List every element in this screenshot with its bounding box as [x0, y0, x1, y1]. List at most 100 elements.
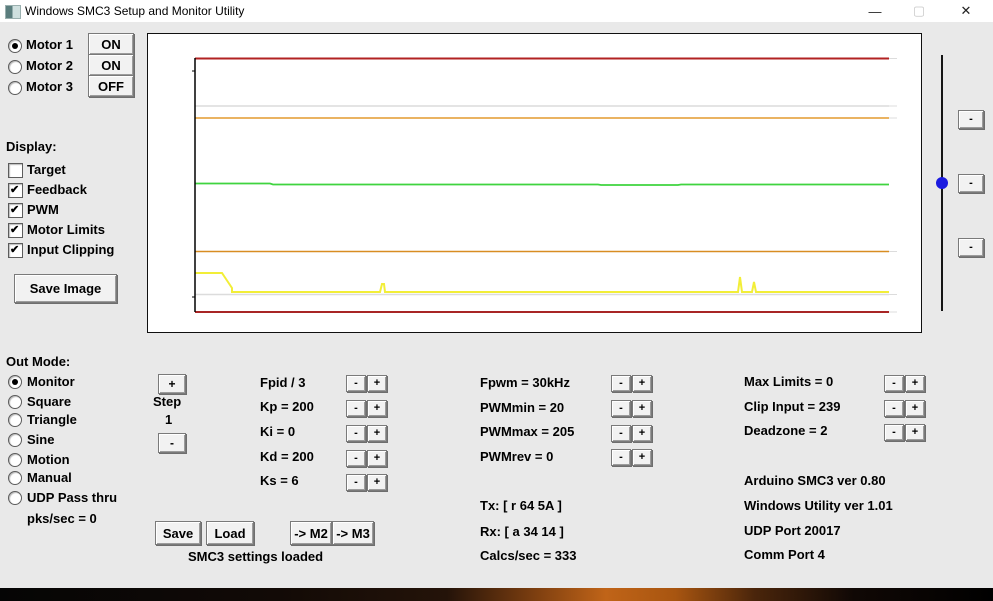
label-triangle: Triangle	[27, 412, 77, 427]
motor-2-power-button[interactable]: ON	[88, 54, 134, 76]
max-limits-minus-button[interactable]: -	[884, 375, 904, 392]
save-button[interactable]: Save	[155, 521, 201, 545]
label-pwm: PWM	[27, 202, 59, 217]
checkbox-target[interactable]	[8, 163, 23, 178]
step-label: Step	[153, 394, 182, 409]
scope-svg	[192, 57, 897, 313]
ks-value: Ks = 6	[260, 473, 299, 488]
fpid-minus-button[interactable]: -	[346, 375, 366, 392]
fpwm-plus-button[interactable]: +	[632, 375, 652, 392]
kp-minus-button[interactable]: -	[346, 400, 366, 417]
step-minus-button[interactable]: -	[158, 433, 186, 453]
scale-upper-minus-button[interactable]: -	[958, 110, 984, 129]
fpid-plus-button[interactable]: +	[367, 375, 387, 392]
fpwm-value: Fpwm = 30kHz	[480, 375, 570, 390]
pwmmin-minus-button[interactable]: -	[611, 400, 631, 417]
deadzone-minus-button[interactable]: -	[884, 424, 904, 441]
pwmmax-plus-button[interactable]: +	[632, 425, 652, 442]
radio-triangle[interactable]	[8, 413, 22, 427]
feedback-trace	[195, 182, 889, 186]
udp-port-text: UDP Port 20017	[744, 523, 841, 538]
scale-slider-thumb[interactable]	[936, 177, 948, 189]
desktop-edge	[0, 588, 993, 601]
label-feedback: Feedback	[27, 182, 87, 197]
ks-minus-button[interactable]: -	[346, 474, 366, 491]
pwmrev-minus-button[interactable]: -	[611, 449, 631, 466]
pwm-trace	[195, 272, 889, 293]
radio-manual[interactable]	[8, 471, 22, 485]
motor-1-power-button[interactable]: ON	[88, 33, 134, 55]
radio-udp-pass-thru[interactable]	[8, 491, 22, 505]
pwmmin-plus-button[interactable]: +	[632, 400, 652, 417]
label-motor-1: Motor 1	[26, 37, 73, 52]
label-sine: Sine	[27, 432, 55, 447]
pwmmax-value: PWMmax = 205	[480, 424, 575, 439]
radio-motor-3[interactable]	[8, 81, 22, 95]
motor-3-power-button[interactable]: OFF	[88, 75, 134, 97]
minimize-icon[interactable]: —	[858, 0, 892, 22]
label-motor-3: Motor 3	[26, 79, 73, 94]
radio-motion[interactable]	[8, 453, 22, 467]
radio-motor-1[interactable]	[8, 39, 22, 53]
tx-value: Tx: [ r 64 5A ]	[480, 498, 562, 513]
step-plus-button[interactable]: +	[158, 374, 186, 394]
close-icon[interactable]: ✕	[949, 0, 983, 22]
kd-minus-button[interactable]: -	[346, 450, 366, 467]
smc3-utility-window: Windows SMC3 Setup and Monitor Utility —…	[0, 0, 993, 601]
label-monitor: Monitor	[27, 374, 75, 389]
copy-to-m2-button[interactable]: -> M2	[290, 521, 332, 545]
radio-sine[interactable]	[8, 433, 22, 447]
window-title: Windows SMC3 Setup and Monitor Utility	[25, 4, 245, 18]
ki-value: Ki = 0	[260, 424, 296, 439]
label-input-clipping: Input Clipping	[27, 242, 115, 257]
arduino-version-text: Arduino SMC3 ver 0.80	[744, 473, 886, 488]
label-manual: Manual	[27, 470, 72, 485]
kp-value: Kp = 200	[260, 399, 314, 414]
radio-square[interactable]	[8, 395, 22, 409]
windows-utility-version-text: Windows Utility ver 1.01	[744, 498, 893, 513]
pks-per-sec-value: pks/sec = 0	[27, 511, 97, 526]
radio-monitor[interactable]	[8, 375, 22, 389]
pwmrev-plus-button[interactable]: +	[632, 449, 652, 466]
checkbox-input-clipping[interactable]	[8, 243, 23, 258]
load-button[interactable]: Load	[206, 521, 254, 545]
kd-value: Kd = 200	[260, 449, 314, 464]
max-limits-plus-button[interactable]: +	[905, 375, 925, 392]
deadzone-value: Deadzone = 2	[744, 423, 828, 438]
kd-plus-button[interactable]: +	[367, 450, 387, 467]
out-mode-section-label: Out Mode:	[6, 354, 71, 369]
kp-plus-button[interactable]: +	[367, 400, 387, 417]
checkbox-motor-limits[interactable]	[8, 223, 23, 238]
ki-plus-button[interactable]: +	[367, 425, 387, 442]
clip-input-plus-button[interactable]: +	[905, 400, 925, 417]
pwmrev-value: PWMrev = 0	[480, 449, 554, 464]
scope-display	[147, 33, 922, 333]
title-bar: Windows SMC3 Setup and Monitor Utility —…	[0, 0, 993, 22]
label-udp-pass-thru: UDP Pass thru	[27, 490, 118, 505]
step-value: 1	[165, 412, 173, 427]
label-motion: Motion	[27, 452, 70, 467]
pwmmin-value: PWMmin = 20	[480, 400, 565, 415]
checkbox-pwm[interactable]	[8, 203, 23, 218]
clip-input-value: Clip Input = 239	[744, 399, 841, 414]
clip-input-minus-button[interactable]: -	[884, 400, 904, 417]
label-motor-2: Motor 2	[26, 58, 73, 73]
fpid-value: Fpid / 3	[260, 375, 306, 390]
deadzone-plus-button[interactable]: +	[905, 424, 925, 441]
maximize-icon: ▢	[912, 3, 926, 18]
scale-middle-minus-button[interactable]: -	[958, 174, 984, 193]
pwmmax-minus-button[interactable]: -	[611, 425, 631, 442]
label-target: Target	[27, 162, 66, 177]
scale-lower-minus-button[interactable]: -	[958, 238, 984, 257]
fpwm-minus-button[interactable]: -	[611, 375, 631, 392]
calcs-per-sec-value: Calcs/sec = 333	[480, 548, 577, 563]
checkbox-feedback[interactable]	[8, 183, 23, 198]
settings-status-text: SMC3 settings loaded	[188, 549, 324, 564]
ks-plus-button[interactable]: +	[367, 474, 387, 491]
app-icon	[5, 5, 21, 19]
ki-minus-button[interactable]: -	[346, 425, 366, 442]
rx-value: Rx: [ a 34 14 ]	[480, 524, 564, 539]
radio-motor-2[interactable]	[8, 60, 22, 74]
copy-to-m3-button[interactable]: -> M3	[332, 521, 374, 545]
save-image-button[interactable]: Save Image	[14, 274, 117, 303]
